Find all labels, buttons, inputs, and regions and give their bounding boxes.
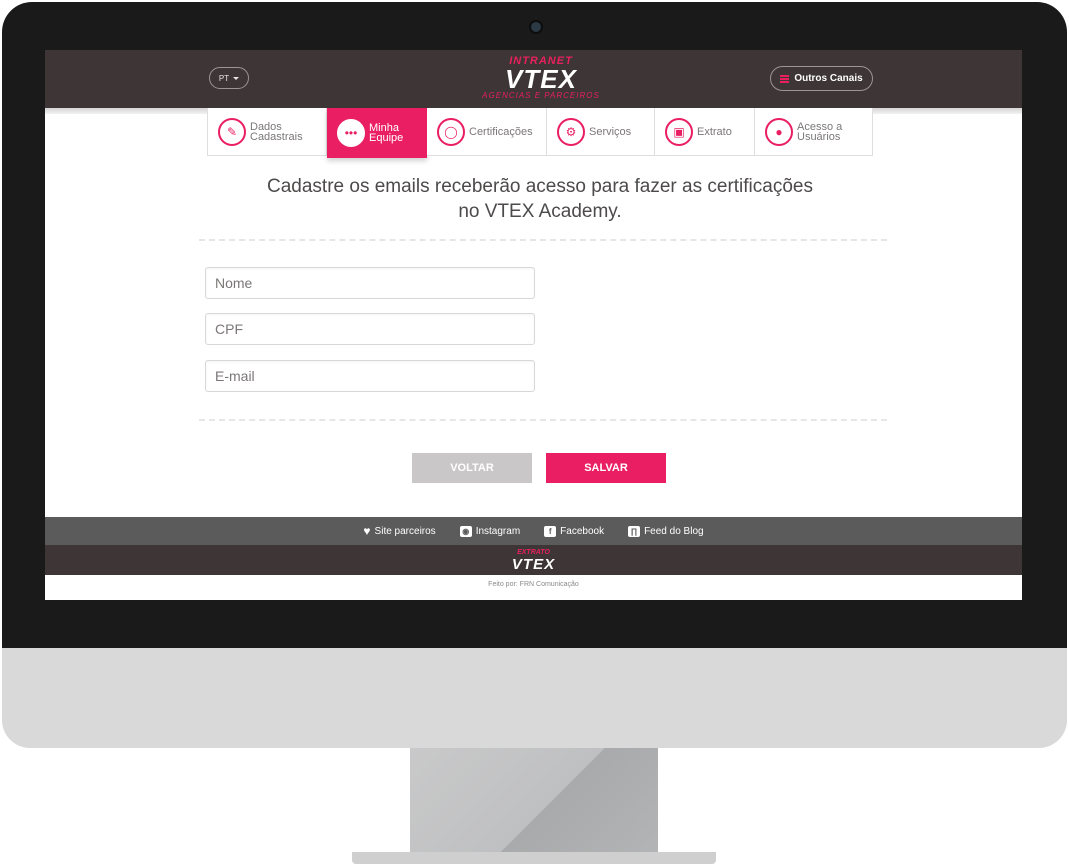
monitor-stand [410,748,658,854]
headline-line-1: Cadastre os emails receberão acesso para… [267,176,813,197]
heart-icon: ♥ [363,524,371,538]
tab-dados-cadastrais[interactable]: ✎ Dados Cadastrais [207,108,327,156]
link-label: Facebook [560,525,605,537]
tab-label: Dados Cadastrais [250,120,303,143]
tab-label: Serviços [589,125,632,138]
tab-minha-equipe[interactable]: ••• Minha Equipe [327,108,427,158]
screen: PT INTRANET VTEX AGENCIAS E PARCEIROS Ou… [45,50,1022,600]
camera-icon [531,22,541,32]
tab-certificacoes[interactable]: ◯ Certificações [427,108,547,156]
vtex-logo[interactable]: INTRANET VTEX AGENCIAS E PARCEIROS [481,56,601,101]
link-label: Feed do Blog [644,525,704,537]
tab-label: Minha Equipe [369,122,404,144]
site-header: PT INTRANET VTEX AGENCIAS E PARCEIROS Ou… [45,50,1022,108]
tab-extrato[interactable]: ▣ Extrato [655,108,755,156]
cpf-input[interactable] [205,313,535,345]
feed-blog-link[interactable]: ∏ Feed do Blog [628,525,704,537]
language-label: PT [218,73,230,83]
language-selector[interactable]: PT [209,67,249,89]
monitor-foot [352,852,716,864]
save-button[interactable]: SALVAR [546,453,666,483]
edit-icon: ✎ [218,117,246,146]
footer-logo[interactable]: EXTRATO VTEX [45,545,1022,575]
logo-vtex: VTEX [505,64,577,94]
tab-label: Certificações [469,125,533,138]
document-icon: ▣ [665,117,693,146]
name-input[interactable] [205,267,535,299]
site-parceiros-link[interactable]: ♥ Site parceiros [363,524,435,538]
menu-icon [780,74,790,83]
outros-canais-label: Outros Canais [794,73,863,84]
tab-servicos[interactable]: ⚙ Serviços [547,108,655,156]
facebook-link[interactable]: f Facebook [544,525,605,537]
badge-icon: ◯ [437,117,465,146]
gear-icon: ⚙ [557,117,585,146]
team-icon: ••• [337,119,365,147]
footer-credit: Feito por: FRN Comunicação [488,581,579,588]
monitor-chin [2,648,1067,748]
back-button[interactable]: VOLTAR [412,453,532,483]
page-headline: Cadastre os emails receberão acesso para… [195,174,885,224]
instagram-link[interactable]: ◉ Instagram [459,525,521,537]
user-icon: ● [765,117,793,146]
facebook-icon: f [544,525,557,537]
headline-line-2: no VTEX Academy. [458,201,622,222]
email-input[interactable] [205,360,535,392]
link-label: Site parceiros [374,525,436,537]
tab-label: Extrato [697,125,732,138]
tab-label: Acesso a Usuários [797,120,843,143]
footer-logo-vtex: VTEX [511,556,556,573]
tab-bar: ✎ Dados Cadastrais ••• Minha Equipe ◯ Ce… [207,108,873,158]
tab-acesso-usuarios[interactable]: ● Acesso a Usuários [755,108,873,156]
divider-top [199,239,887,241]
instagram-icon: ◉ [459,525,472,537]
footer-links: ♥ Site parceiros ◉ Instagram f Facebook … [45,517,1022,545]
rss-icon: ∏ [628,525,641,537]
chevron-down-icon [233,76,240,80]
divider-bottom [199,419,887,421]
logo-subtitle: AGENCIAS E PARCEIROS [482,91,600,100]
outros-canais-button[interactable]: Outros Canais [770,66,873,91]
link-label: Instagram [475,525,521,537]
